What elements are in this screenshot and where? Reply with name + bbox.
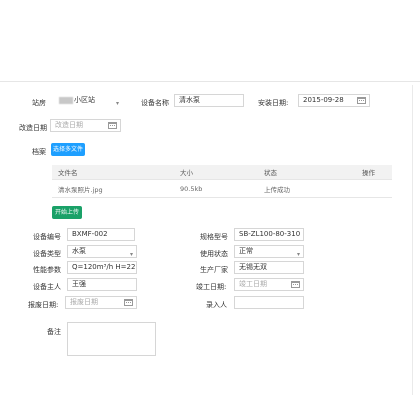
file-table: 文件名 大小 状态 操作 清水泵照片.jpg 90.5kb 上传成功 <box>52 165 392 198</box>
completion-placeholder: 竣工日期 <box>239 280 267 288</box>
table-row: 清水泵照片.jpg 90.5kb 上传成功 <box>52 179 392 198</box>
device-type-select[interactable]: 水泵 ▾ <box>67 245 137 258</box>
column-header: 操作 <box>356 165 392 180</box>
scrap-placeholder: 报废日期 <box>70 298 98 306</box>
station-value: 小区站 <box>74 96 95 104</box>
header-divider <box>0 81 420 82</box>
manufacturer-label: 生产厂家 <box>200 266 228 274</box>
manufacturer-input[interactable]: 无锡无双 <box>234 261 304 274</box>
remark-textarea[interactable] <box>67 322 156 356</box>
select-files-button[interactable]: 选择多文件 <box>51 143 85 156</box>
recorder-label: 录入人 <box>206 301 227 309</box>
device-no-label: 设备编号 <box>33 233 61 241</box>
file-name-cell: 清水泵照片.jpg <box>52 179 174 198</box>
station-label: 站房 <box>32 99 46 107</box>
status-value: 正常 <box>239 247 253 255</box>
column-header: 大小 <box>174 165 258 180</box>
calendar-icon[interactable] <box>291 281 300 288</box>
device-no-input[interactable]: BXMF-002 <box>67 228 135 241</box>
chevron-down-icon: ▾ <box>129 251 133 258</box>
install-date-value: 2015-09-28 <box>303 96 344 104</box>
recorder-input[interactable] <box>234 296 304 309</box>
remark-label: 备注 <box>47 328 61 336</box>
calendar-icon[interactable] <box>124 299 133 306</box>
column-header: 文件名 <box>52 165 174 180</box>
file-action-cell[interactable] <box>356 179 392 198</box>
status-select[interactable]: 正常 ▾ <box>234 245 304 258</box>
column-header: 状态 <box>258 165 356 180</box>
spec-input[interactable]: SB-ZL100-80-310 <box>234 228 304 241</box>
device-type-value: 水泵 <box>72 247 86 255</box>
archive-label: 档案 <box>32 148 46 156</box>
renovation-placeholder: 改造日期 <box>55 121 83 129</box>
panel-border <box>412 85 413 395</box>
calendar-icon[interactable] <box>357 97 366 104</box>
renovation-label: 改造日期 <box>19 124 47 132</box>
performance-input[interactable]: Q=120m³/h H=22m P <box>67 261 137 274</box>
calendar-icon[interactable] <box>108 122 117 129</box>
file-size-cell: 90.5kb <box>174 179 258 198</box>
install-date-label: 安装日期: <box>258 99 289 107</box>
renovation-date-input[interactable]: 改造日期 <box>50 119 121 132</box>
scrap-label: 报废日期: <box>28 301 59 309</box>
performance-label: 性能参数 <box>33 266 61 274</box>
device-type-label: 设备类型 <box>33 250 61 258</box>
device-name-label: 设备名称 <box>141 99 169 107</box>
table-header-row: 文件名 大小 状态 操作 <box>52 165 392 180</box>
start-upload-button[interactable]: 开始上传 <box>52 206 82 219</box>
station-select[interactable]: 小区站 ▾ <box>55 94 123 107</box>
install-date-input[interactable]: 2015-09-28 <box>298 94 370 107</box>
scrap-date-input[interactable]: 报废日期 <box>65 296 137 309</box>
file-status-cell: 上传成功 <box>258 179 356 198</box>
device-name-input[interactable]: 清水泵 <box>174 94 244 107</box>
completion-label: 竣工日期: <box>196 283 227 291</box>
completion-date-input[interactable]: 竣工日期 <box>234 278 304 291</box>
redacted-text <box>59 96 73 104</box>
owner-label: 设备主人 <box>33 283 61 291</box>
spec-label: 规格型号 <box>200 233 228 241</box>
status-label: 使用状态 <box>200 250 228 258</box>
chevron-down-icon: ▾ <box>115 100 119 107</box>
owner-input[interactable]: 王强 <box>67 278 137 291</box>
chevron-down-icon: ▾ <box>296 251 300 258</box>
